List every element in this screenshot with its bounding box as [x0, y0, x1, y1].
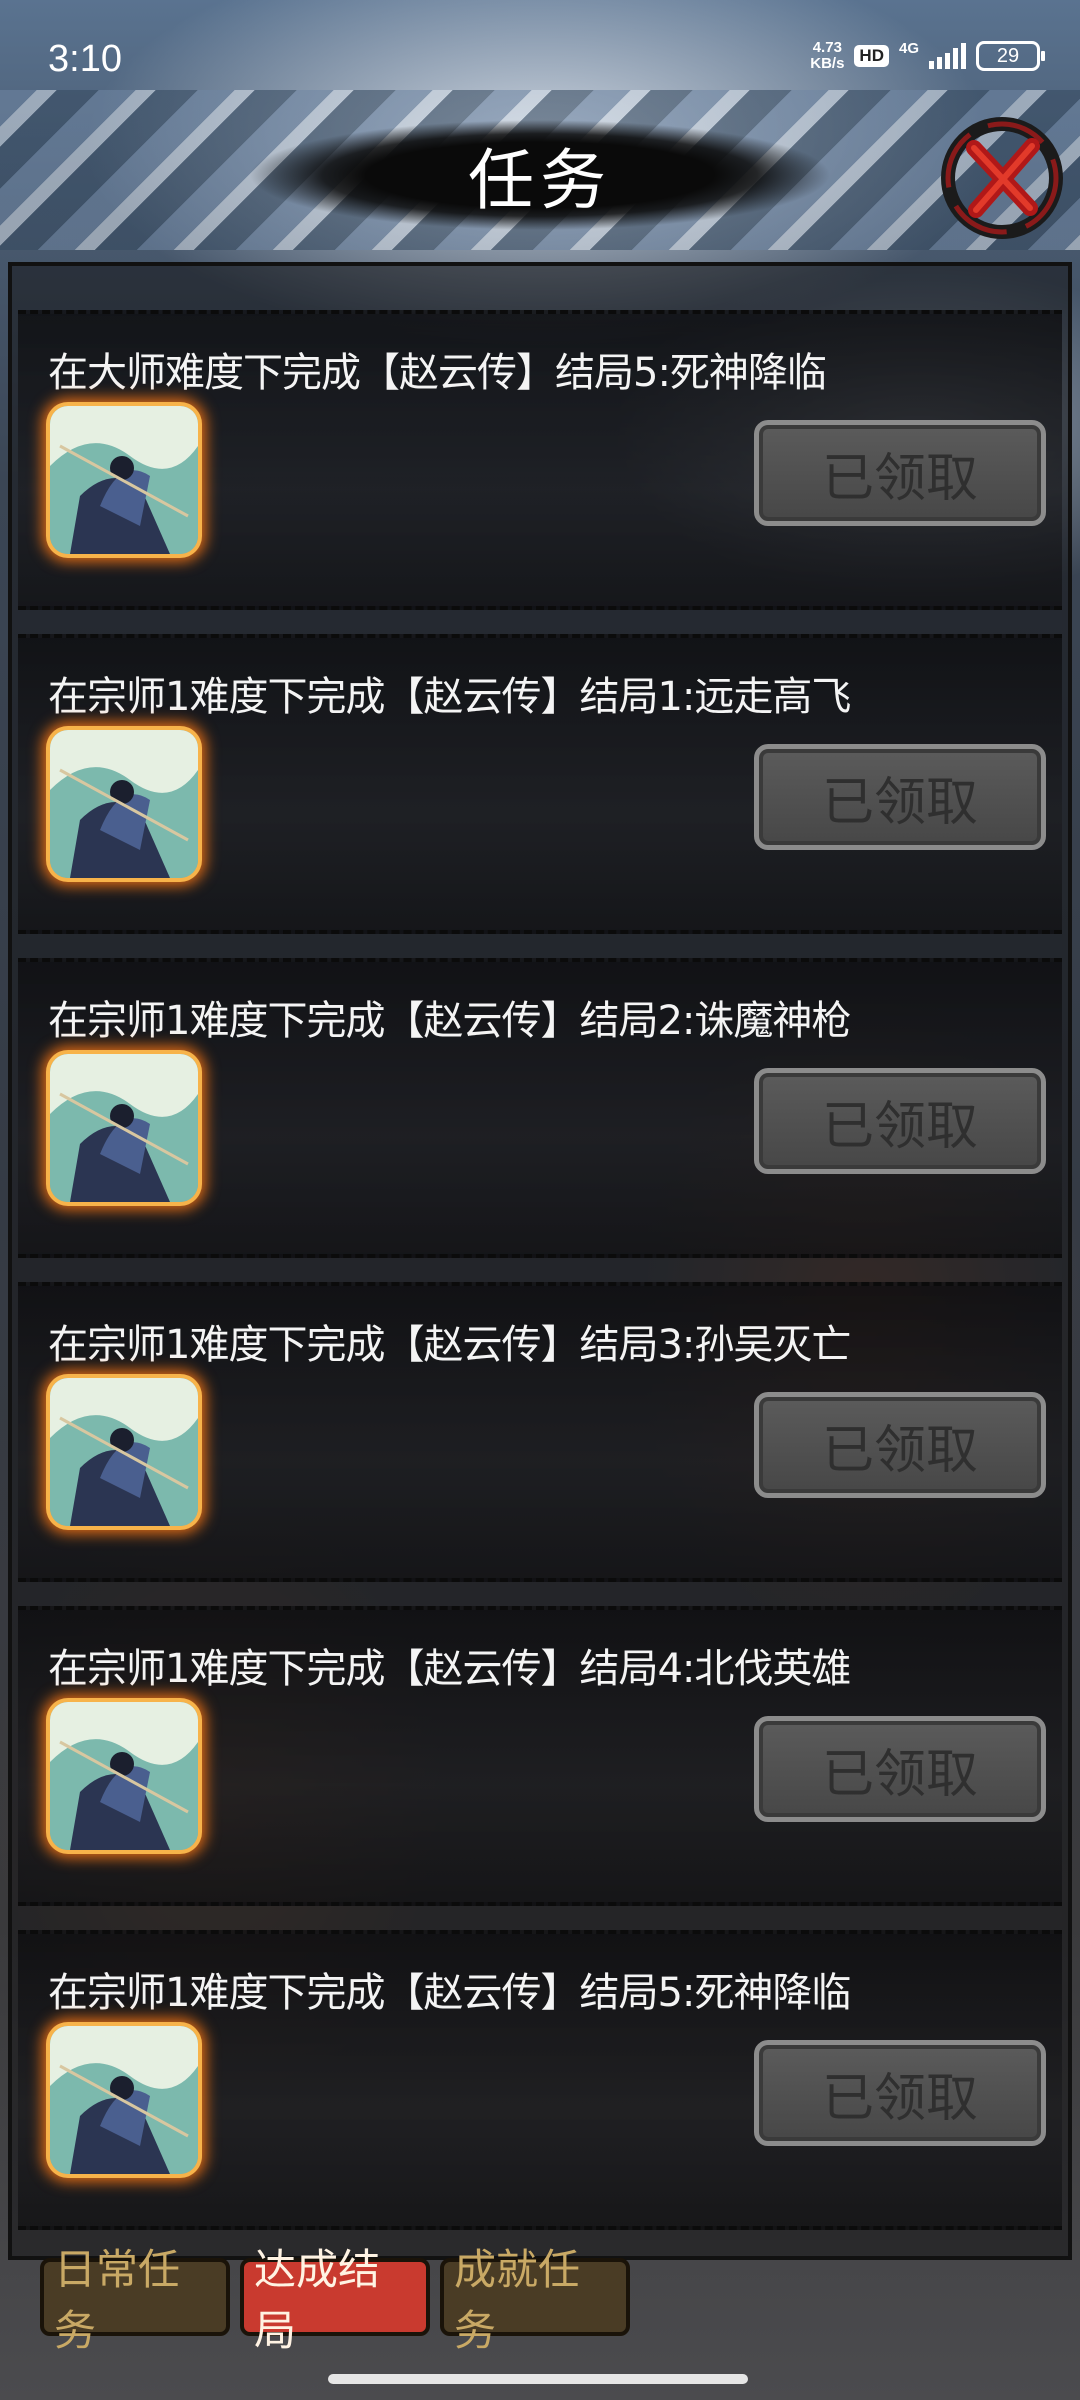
task-description: 在宗师1难度下完成【赵云传】结局1:远走高飞	[48, 674, 851, 720]
battery-level: 29	[996, 44, 1020, 67]
network-speed: 4.73 KB/s	[810, 40, 844, 72]
task-tabs: 日常任务 达成结局 成就任务	[40, 2245, 630, 2355]
network-speed-unit: KB/s	[810, 55, 845, 72]
task-description: 在宗师1难度下完成【赵云传】结局2:诛魔神枪	[48, 998, 851, 1044]
status-bar: 3:10 4.73 KB/s HD 4G 29	[0, 0, 1080, 120]
page-title: 任务	[468, 142, 612, 219]
title-banner: 任务	[250, 120, 830, 230]
task-card: 在宗师1难度下完成【赵云传】结局2:诛魔神枪 已领取	[18, 958, 1062, 1258]
claimed-button[interactable]: 已领取	[754, 744, 1046, 850]
signal-icon	[929, 43, 966, 69]
claimed-button-label: 已领取	[821, 1096, 978, 1157]
task-list-panel: 在大师难度下完成【赵云传】结局5:死神降临 已领取 在宗师1难度下完成【赵云传】…	[8, 262, 1072, 2260]
network-speed-value: 4.73	[812, 39, 842, 56]
reward-icon	[50, 406, 198, 554]
tab-daily-tasks[interactable]: 日常任务	[40, 2245, 230, 2355]
claimed-button[interactable]: 已领取	[754, 1068, 1046, 1174]
hd-icon: HD	[854, 45, 889, 67]
claimed-button[interactable]: 已领取	[754, 2040, 1046, 2146]
status-icons: 4.73 KB/s HD 4G 29	[810, 39, 1045, 72]
reward-icon	[50, 1702, 198, 1850]
task-card: 在宗师1难度下完成【赵云传】结局1:远走高飞 已领取	[18, 634, 1062, 934]
claimed-button-label: 已领取	[821, 1420, 978, 1481]
claimed-button[interactable]: 已领取	[754, 1392, 1046, 1498]
task-card: 在大师难度下完成【赵云传】结局5:死神降临 已领取	[18, 310, 1062, 610]
network-type: 4G	[898, 39, 919, 57]
tab-achievement-tasks[interactable]: 成就任务	[440, 2245, 630, 2355]
task-description: 在宗师1难度下完成【赵云传】结局4:北伐英雄	[48, 1646, 851, 1692]
claimed-button-label: 已领取	[821, 1744, 978, 1805]
reward-icon	[50, 1054, 198, 1202]
task-description: 在宗师1难度下完成【赵云传】结局5:死神降临	[48, 1970, 851, 2016]
claimed-button-label: 已领取	[821, 448, 978, 509]
task-card: 在宗师1难度下完成【赵云传】结局5:死神降临 已领取	[18, 1930, 1062, 2230]
status-time: 3:10	[48, 38, 122, 80]
claimed-button[interactable]: 已领取	[754, 420, 1046, 526]
task-card: 在宗师1难度下完成【赵云传】结局3:孙吴灭亡 已领取	[18, 1282, 1062, 1582]
reward-icon	[50, 2026, 198, 2174]
claimed-button[interactable]: 已领取	[754, 1716, 1046, 1822]
task-card: 在宗师1难度下完成【赵云传】结局4:北伐英雄 已领取	[18, 1606, 1062, 1906]
battery-icon: 29	[976, 41, 1045, 71]
reward-icon	[50, 730, 198, 878]
tab-endings-achieved[interactable]: 达成结局	[240, 2245, 430, 2355]
close-button[interactable]	[936, 112, 1068, 244]
home-indicator[interactable]	[328, 2374, 748, 2384]
close-icon	[941, 117, 1063, 239]
claimed-button-label: 已领取	[821, 2068, 978, 2129]
task-description: 在大师难度下完成【赵云传】结局5:死神降临	[48, 350, 827, 396]
claimed-button-label: 已领取	[821, 772, 978, 833]
task-description: 在宗师1难度下完成【赵云传】结局3:孙吴灭亡	[48, 1322, 851, 1368]
reward-icon	[50, 1378, 198, 1526]
